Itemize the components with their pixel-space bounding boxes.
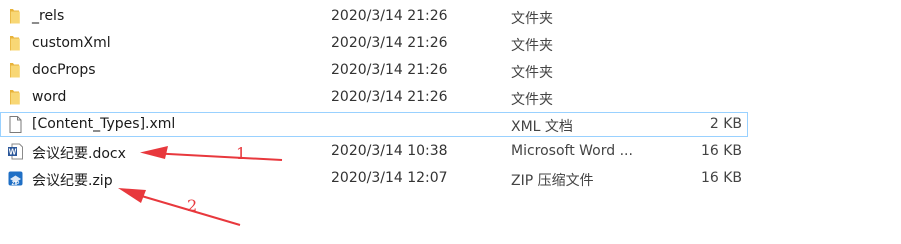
file-type: Microsoft Word ... bbox=[511, 143, 633, 159]
file-row-zip[interactable]: ZIP 会议纪要.zip 2020/3/14 12:07 ZIP 压缩文件 16… bbox=[0, 166, 748, 191]
xml-file-icon bbox=[7, 116, 24, 133]
svg-text:W: W bbox=[9, 148, 17, 157]
file-name: 会议纪要.docx bbox=[32, 146, 126, 162]
file-name: _rels bbox=[32, 8, 65, 24]
file-type: 文件夹 bbox=[511, 65, 553, 81]
file-name: docProps bbox=[32, 62, 96, 78]
file-date: 2020/3/14 12:07 bbox=[331, 170, 448, 186]
file-type: ZIP 压缩文件 bbox=[511, 173, 594, 189]
zip-file-icon: ZIP bbox=[7, 170, 24, 187]
file-row-docprops[interactable]: docProps 2020/3/14 21:26 文件夹 bbox=[0, 58, 748, 83]
file-date: 2020/3/14 21:26 bbox=[331, 35, 448, 51]
annotation-arrow-2 bbox=[118, 188, 241, 226]
file-row-customxml[interactable]: customXml 2020/3/14 21:26 文件夹 bbox=[0, 31, 748, 56]
file-type: 文件夹 bbox=[511, 38, 553, 54]
svg-text:ZIP: ZIP bbox=[12, 181, 20, 187]
file-row-docx[interactable]: W 会议纪要.docx 2020/3/14 10:38 Microsoft Wo… bbox=[0, 139, 748, 164]
folder-icon bbox=[7, 62, 24, 79]
file-row-content-types[interactable]: [Content_Types].xml XML 文档 2 KB bbox=[0, 112, 748, 137]
file-date: 2020/3/14 10:38 bbox=[331, 143, 448, 159]
file-type: 文件夹 bbox=[511, 92, 553, 108]
file-type: 文件夹 bbox=[511, 11, 553, 27]
file-name: word bbox=[32, 89, 67, 105]
file-name: [Content_Types].xml bbox=[32, 116, 176, 132]
word-file-icon: W bbox=[7, 143, 24, 160]
file-date: 2020/3/14 21:26 bbox=[331, 62, 448, 78]
folder-icon bbox=[7, 35, 24, 52]
folder-icon bbox=[7, 89, 24, 106]
file-size: 2 KB bbox=[709, 116, 742, 132]
file-name: 会议纪要.zip bbox=[32, 173, 113, 189]
file-name: customXml bbox=[32, 35, 111, 51]
file-size: 16 KB bbox=[700, 143, 742, 159]
folder-icon bbox=[7, 8, 24, 25]
file-date: 2020/3/14 21:26 bbox=[331, 89, 448, 105]
file-type: XML 文档 bbox=[511, 119, 573, 135]
annotation-label-2: 2 bbox=[187, 196, 197, 215]
file-date: 2020/3/14 21:26 bbox=[331, 8, 448, 24]
file-row-rels[interactable]: _rels 2020/3/14 21:26 文件夹 bbox=[0, 4, 748, 29]
file-size: 16 KB bbox=[700, 170, 742, 186]
file-row-word[interactable]: word 2020/3/14 21:26 文件夹 bbox=[0, 85, 748, 110]
